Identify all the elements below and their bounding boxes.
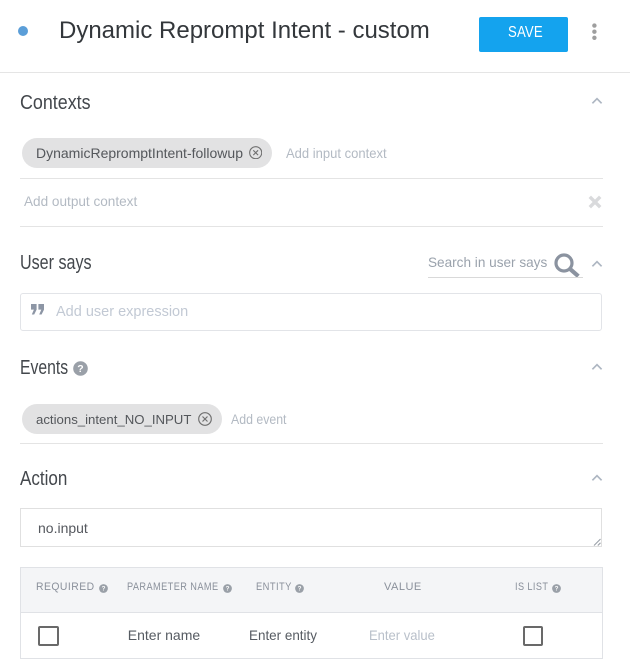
svg-text:?: ?: [77, 363, 83, 375]
svg-text:?: ?: [554, 585, 558, 592]
svg-text:?: ?: [102, 585, 106, 592]
svg-text:?: ?: [297, 585, 301, 592]
svg-text:?: ?: [225, 585, 229, 592]
